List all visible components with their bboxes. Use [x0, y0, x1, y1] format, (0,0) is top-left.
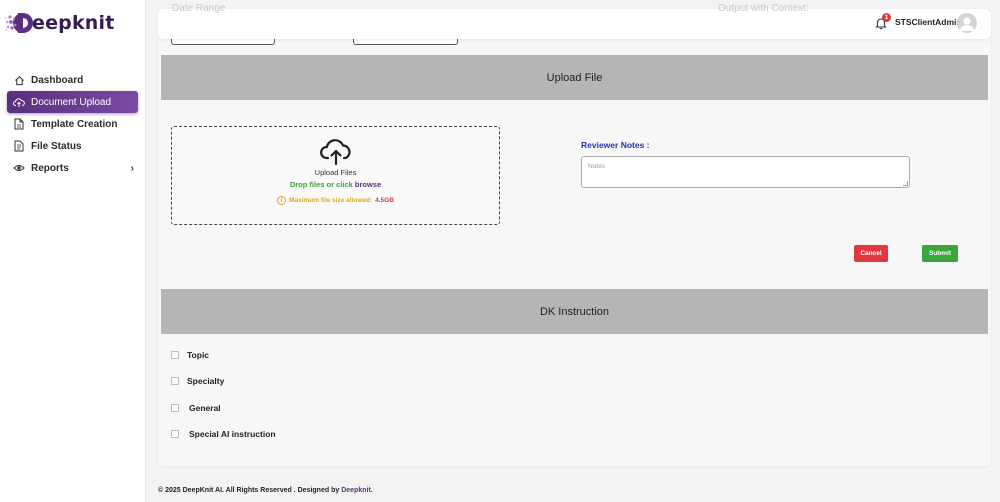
- chevron-right-icon: ›: [130, 162, 134, 174]
- output-context-input[interactable]: [353, 38, 458, 45]
- sidebar-item-label: Template Creation: [31, 118, 118, 130]
- sidebar-item-dashboard[interactable]: Dashboard: [7, 69, 138, 91]
- checkbox-label: Specialty: [187, 376, 225, 386]
- output-context-label: Output with Context:: [718, 3, 809, 14]
- sidebar-nav: Dashboard Document Upload Template Creat…: [7, 69, 138, 179]
- info-icon: i: [277, 196, 287, 205]
- resize-handle-icon[interactable]: [903, 181, 908, 186]
- deepknit-logo-icon: [4, 8, 34, 38]
- dk-instruction-header: DK Instruction: [161, 289, 988, 334]
- checkbox-general[interactable]: General: [171, 403, 221, 413]
- cloud-upload-icon: [13, 96, 25, 108]
- checkbox-label: Special AI instruction: [189, 429, 276, 439]
- checkbox-special-ai-instruction[interactable]: Special AI instruction: [171, 429, 276, 439]
- sidebar: eepknit Dashboard Document Upload Templa…: [0, 0, 146, 502]
- avatar[interactable]: [957, 13, 977, 33]
- checkbox-topic[interactable]: Topic: [171, 350, 209, 360]
- footer-by: by: [331, 487, 340, 494]
- sidebar-item-label: Document Upload: [31, 96, 112, 108]
- top-header: Date Range Output with Context: 1 STSCli…: [158, 3, 991, 39]
- username[interactable]: STSClientAdmin: [895, 17, 962, 27]
- checkbox-box[interactable]: [171, 351, 179, 359]
- checkbox-box[interactable]: [171, 430, 179, 438]
- checkbox-box[interactable]: [171, 404, 179, 412]
- sidebar-item-label: Dashboard: [31, 74, 84, 86]
- reviewer-notes-label: Reviewer Notes :: [581, 140, 650, 150]
- sidebar-item-label: File Status: [31, 140, 82, 152]
- brand-logo[interactable]: eepknit: [4, 8, 115, 38]
- dropzone-hint: Drop files or click browse: [172, 180, 499, 189]
- file-list-icon: [13, 140, 25, 152]
- browse-link[interactable]: browse: [355, 180, 381, 189]
- cloud-upload-icon: [319, 138, 353, 166]
- reviewer-notes-textarea[interactable]: Notes: [581, 156, 910, 188]
- brand-name: eepknit: [32, 12, 115, 34]
- submit-button[interactable]: Submit: [922, 245, 958, 262]
- date-range-input[interactable]: [171, 38, 275, 45]
- file-dropzone[interactable]: Upload Files Drop files or click browse …: [171, 126, 500, 225]
- cancel-button[interactable]: Cancel: [854, 245, 888, 262]
- footer-text: © 2025 DeepKnit AI. All Rights Reserved …: [158, 487, 330, 494]
- checkbox-box[interactable]: [171, 377, 179, 385]
- sidebar-item-label: Reports: [31, 162, 69, 174]
- home-icon: [13, 74, 25, 86]
- main-content: Upload File Upload Files Drop files or c…: [158, 38, 991, 466]
- checkbox-label: General: [189, 403, 221, 413]
- eye-icon: [13, 162, 25, 174]
- sidebar-item-reports[interactable]: Reports ›: [7, 157, 138, 179]
- max-size-value: 4.5GB: [375, 197, 394, 204]
- notification-badge: 1: [882, 13, 891, 22]
- footer: © 2025 DeepKnit AI. All Rights Reserved …: [158, 487, 373, 494]
- sidebar-item-file-status[interactable]: File Status: [7, 135, 138, 157]
- sidebar-item-document-upload[interactable]: Document Upload: [7, 91, 138, 113]
- upload-file-header: Upload File: [161, 55, 988, 100]
- max-size-label: Maximum file size allowed:: [289, 197, 373, 204]
- dropzone-title: Upload Files: [314, 168, 357, 177]
- drop-text: Drop files or click: [289, 180, 353, 189]
- sidebar-item-template-creation[interactable]: Template Creation: [7, 113, 138, 135]
- section-title: DK Instruction: [539, 305, 610, 318]
- date-range-label: Date Range: [172, 3, 226, 14]
- document-icon: [13, 118, 25, 130]
- max-size-note: i Maximum file size allowed: 4.5GB: [172, 196, 499, 205]
- notes-placeholder: Notes: [588, 163, 605, 170]
- footer-link[interactable]: Deepknit.: [341, 487, 373, 494]
- checkbox-specialty[interactable]: Specialty: [171, 376, 224, 386]
- checkbox-label: Topic: [187, 350, 210, 360]
- section-title: Upload File: [546, 71, 603, 84]
